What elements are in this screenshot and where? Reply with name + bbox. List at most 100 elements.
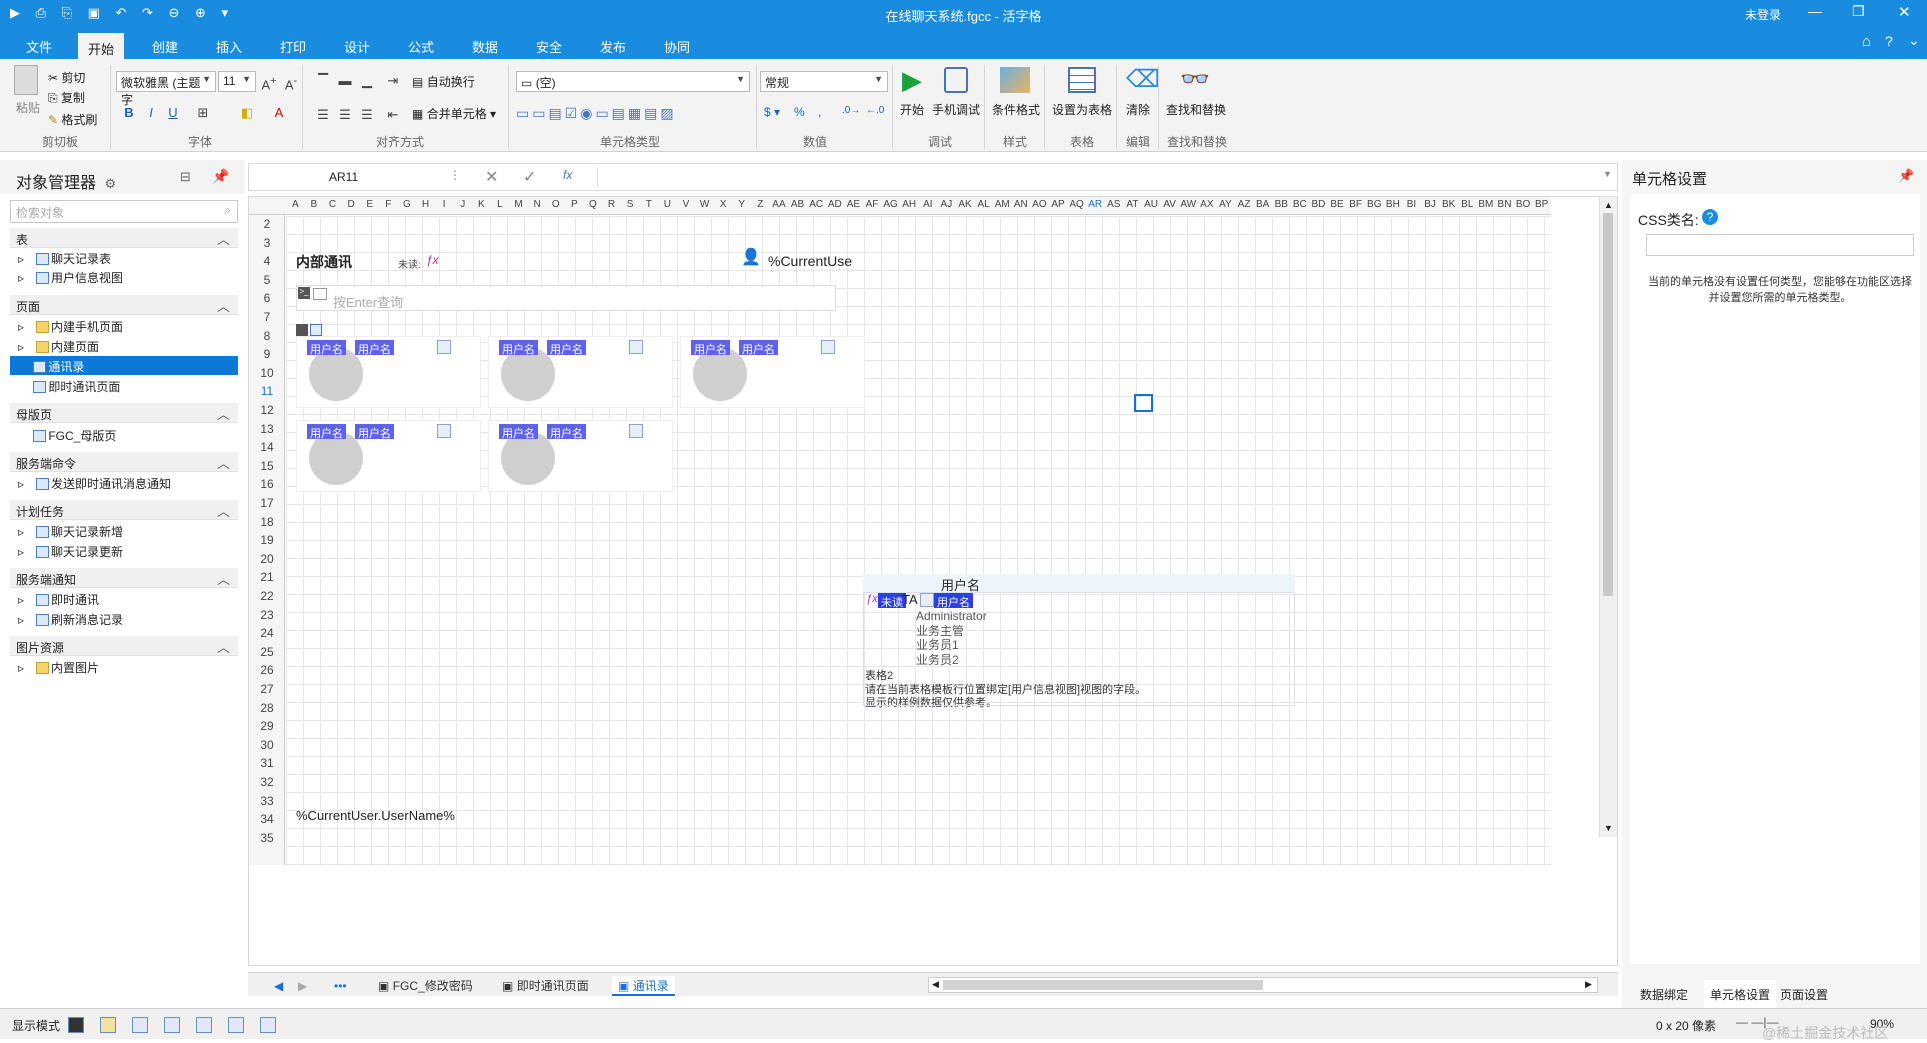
border-icon[interactable]: ⊞ (192, 103, 214, 123)
decrease-decimal-icon[interactable]: ←.0 (866, 105, 884, 116)
column-header-cell[interactable]: A (286, 199, 305, 210)
column-header-cell[interactable]: BJ (1421, 199, 1440, 210)
row-header-cell[interactable]: 32 (249, 775, 285, 789)
number-format-combo[interactable]: 常规 ▼ (760, 71, 888, 92)
row-header-cell[interactable]: 29 (249, 719, 285, 733)
layout-icon[interactable] (260, 1017, 276, 1033)
cancel-icon[interactable]: ✕ (485, 167, 498, 187)
format-painter-button[interactable]: ✎ 格式刷 (48, 111, 97, 128)
column-header-cell[interactable]: AV (1160, 199, 1179, 210)
row-header-cell[interactable]: 17 (249, 496, 285, 510)
menu-formula[interactable]: 公式 (398, 35, 444, 58)
tree-item-im[interactable]: ▹ 即时通讯 (10, 589, 238, 608)
column-header-cell[interactable]: BN (1495, 199, 1514, 210)
row-header-cell[interactable]: 8 (249, 329, 285, 343)
column-header-cell[interactable]: AN (1012, 199, 1031, 210)
column-header-cell[interactable]: BF (1346, 199, 1365, 210)
paste-icon[interactable] (14, 65, 38, 95)
currency-icon[interactable]: $ ▾ (764, 105, 780, 119)
tab-contacts[interactable]: ▣ 通讯录 (612, 976, 675, 996)
shrink-font-icon[interactable]: A- (280, 71, 302, 92)
column-header-cell[interactable]: M (509, 199, 528, 210)
column-header-cell[interactable]: AE (844, 199, 863, 210)
user-icon[interactable] (100, 1017, 116, 1033)
login-status[interactable]: 未登录 (1745, 6, 1781, 23)
set-table-button[interactable]: 设置为表格 (1052, 101, 1112, 118)
chevron-up-icon[interactable]: ▲ (1604, 200, 1613, 210)
wrap-text-button[interactable]: ▤ 自动换行 (412, 73, 475, 90)
row-header-cell[interactable]: 25 (249, 645, 285, 659)
row-header-cell[interactable]: 27 (249, 682, 285, 696)
function-icon[interactable] (132, 1017, 148, 1033)
column-header-cell[interactable]: J (453, 199, 472, 210)
column-header-cell[interactable]: P (565, 199, 584, 210)
chevron-down-icon[interactable]: ▼ (1603, 169, 1612, 179)
mobile-debug-button[interactable]: 手机调试 (932, 101, 980, 118)
grow-font-icon[interactable]: A+ (258, 71, 280, 92)
minimize-icon[interactable]: — (1808, 3, 1822, 19)
fill-color-icon[interactable]: ◧ (236, 103, 258, 123)
tree-item-user-view[interactable]: ▹ 用户信息视图 (10, 267, 238, 286)
spreadsheet-canvas[interactable]: A B C D E F G H I J K L M N O P Q R S T U V W X Y Z AA AB AC AD AE AF AG… (248, 196, 1618, 966)
align-middle-icon[interactable]: ▬ (334, 71, 356, 91)
row-header-cell[interactable]: 7 (249, 310, 285, 324)
column-header-cell[interactable]: AR (1086, 199, 1105, 210)
confirm-icon[interactable]: ✓ (523, 167, 536, 187)
gear-icon[interactable]: ⚙ (104, 176, 116, 191)
tab-data-binding[interactable]: 数据绑定 (1640, 986, 1688, 1003)
start-debug-button[interactable]: 开始 (900, 101, 924, 118)
tree-item-contacts[interactable]: 通讯录 (10, 356, 238, 375)
cell-type-combo[interactable]: ▭ (空) ▼ (516, 71, 750, 92)
chevron-left-icon[interactable]: ◀ (932, 979, 939, 990)
column-header-cell[interactable]: AF (863, 199, 882, 210)
tab-im-page[interactable]: ▣ 即时通讯页面 (496, 976, 595, 996)
row-header-cell[interactable]: 5 (249, 273, 285, 287)
merge-cells-button[interactable]: ▦ 合并单元格 ▾ (412, 105, 496, 122)
menu-collab[interactable]: 协同 (654, 35, 700, 58)
section-image-resources[interactable]: 图片资源 ︿ (10, 636, 238, 656)
align-right-icon[interactable]: ☰ (356, 105, 378, 125)
row-header-cell[interactable]: 34 (249, 812, 285, 826)
scroll-thumb[interactable] (943, 980, 1263, 990)
column-header-cell[interactable]: AI (919, 199, 938, 210)
column-header-cell[interactable]: AO (1030, 199, 1049, 210)
eraser-icon[interactable]: ⌫ (1126, 65, 1160, 94)
column-header-cell[interactable]: I (435, 199, 454, 210)
column-header-cell[interactable]: AK (956, 199, 975, 210)
row-header-cell[interactable]: 9 (249, 347, 285, 361)
column-header-cell[interactable]: R (602, 199, 621, 210)
row-header-cell[interactable]: 19 (249, 533, 285, 547)
chevron-right-icon[interactable]: ▶ (292, 976, 313, 996)
help-icon[interactable]: ? (1885, 33, 1893, 49)
column-header-cell[interactable]: AX (1198, 199, 1217, 210)
contact-card[interactable]: 用户名 用户名 (296, 336, 481, 408)
column-header-cell[interactable]: N (528, 199, 547, 210)
chevron-down-icon[interactable]: ▼ (1604, 823, 1613, 833)
column-header-cell[interactable]: W (695, 199, 714, 210)
indent-icon[interactable]: ⇥ (382, 71, 404, 91)
object-search-input[interactable]: 检索对象 ⌕ (10, 200, 238, 223)
row-header-cell[interactable]: 22 (249, 589, 285, 603)
font-size-combo[interactable]: 11 ▼ (218, 71, 256, 92)
column-header-cell[interactable]: BH (1384, 199, 1403, 210)
search-box[interactable]: >_ 按Enter查询 (296, 285, 836, 311)
row-header-cell[interactable]: 12 (249, 403, 285, 417)
row-header-cell[interactable]: 23 (249, 608, 285, 622)
row-header-cell[interactable]: 30 (249, 738, 285, 752)
column-header-cell[interactable]: O (546, 199, 565, 210)
column-header-cell[interactable]: F (379, 199, 398, 210)
section-server-commands[interactable]: 服务端命令 ︿ (10, 452, 238, 472)
vertical-scrollbar[interactable]: ▲ ▼ (1599, 197, 1617, 837)
column-header-cell[interactable]: U (658, 199, 677, 210)
column-header-cell[interactable]: AA (770, 199, 789, 210)
tree-item-refresh[interactable]: ▹ 刷新消息记录 (10, 609, 238, 628)
row-header-cell[interactable]: 3 (249, 236, 285, 250)
help-icon[interactable]: ? (1702, 209, 1718, 225)
row-header-cell[interactable]: 16 (249, 477, 285, 491)
tree-item-im-page[interactable]: 即时通讯页面 (10, 376, 238, 395)
contact-card[interactable]: 用户名 用户名 (488, 420, 673, 492)
align-center-icon[interactable]: ☰ (334, 105, 356, 125)
column-header-cell[interactable]: AJ (937, 199, 956, 210)
tab-change-password[interactable]: ▣ FGC_修改密码 (372, 976, 479, 996)
tree-item-builtin-pages[interactable]: ▹ 内建页面 (10, 336, 238, 355)
